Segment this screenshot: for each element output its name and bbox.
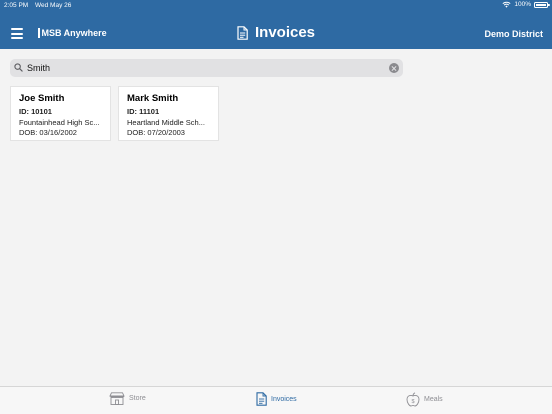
search-input[interactable]: Smith [27, 63, 50, 73]
brand-bar-icon [38, 28, 40, 38]
student-id: ID: 11101 [127, 107, 160, 116]
tab-meals[interactable]: $ Meals [406, 392, 443, 407]
student-id: ID: 10101 [19, 107, 52, 116]
menu-icon-line [11, 37, 23, 39]
brand-name: MSB Anywhere [41, 28, 107, 38]
document-icon [237, 25, 248, 40]
document-icon [256, 392, 267, 406]
tab-meals-label: Meals [424, 396, 443, 403]
status-indicators: 100% [502, 1, 550, 8]
student-name: Mark Smith [127, 93, 179, 104]
menu-button[interactable] [11, 28, 23, 39]
student-dob: DOB: 07/20/2003 [127, 128, 185, 137]
tab-store[interactable]: Store [109, 392, 146, 405]
battery-percent: 100% [514, 1, 531, 8]
menu-icon-line [11, 28, 23, 30]
tab-invoices-label: Invoices [271, 395, 297, 403]
menu-icon-line [11, 32, 23, 35]
apple-icon: $ [406, 392, 420, 407]
wifi-icon [502, 1, 511, 8]
student-name: Joe Smith [19, 93, 65, 104]
search-icon [14, 63, 23, 72]
svg-text:$: $ [411, 399, 414, 405]
tab-bar: Store Invoices $ Meals [0, 386, 552, 414]
tab-invoices[interactable]: Invoices [256, 392, 297, 406]
clear-search-icon[interactable] [389, 63, 399, 73]
page-title-group: Invoices [237, 24, 315, 41]
store-icon [109, 392, 125, 405]
district-button[interactable]: Demo District [484, 29, 543, 39]
student-card[interactable]: Mark Smith ID: 11101 Heartland Middle Sc… [118, 86, 219, 141]
battery-icon [534, 1, 550, 8]
student-dob: DOB: 03/16/2002 [19, 128, 77, 137]
tab-store-label: Store [129, 395, 146, 402]
student-school: Heartland Middle Sch... [127, 117, 205, 127]
student-list: Joe Smith ID: 10101 Fountainhead High Sc… [10, 86, 219, 141]
app-header: 2:05 PM Wed May 26 100% MSB Anywhere Inv… [0, 0, 552, 49]
student-card[interactable]: Joe Smith ID: 10101 Fountainhead High Sc… [10, 86, 111, 141]
status-bar: 2:05 PM Wed May 26 100% [0, 0, 552, 11]
status-time: 2:05 PM [4, 2, 29, 9]
search-bar[interactable]: Smith [10, 59, 403, 77]
page-title: Invoices [255, 24, 316, 41]
brand-logo: MSB Anywhere [38, 28, 107, 38]
student-school: Fountainhead High Sc... [19, 117, 100, 127]
status-date: Wed May 26 [35, 2, 72, 9]
